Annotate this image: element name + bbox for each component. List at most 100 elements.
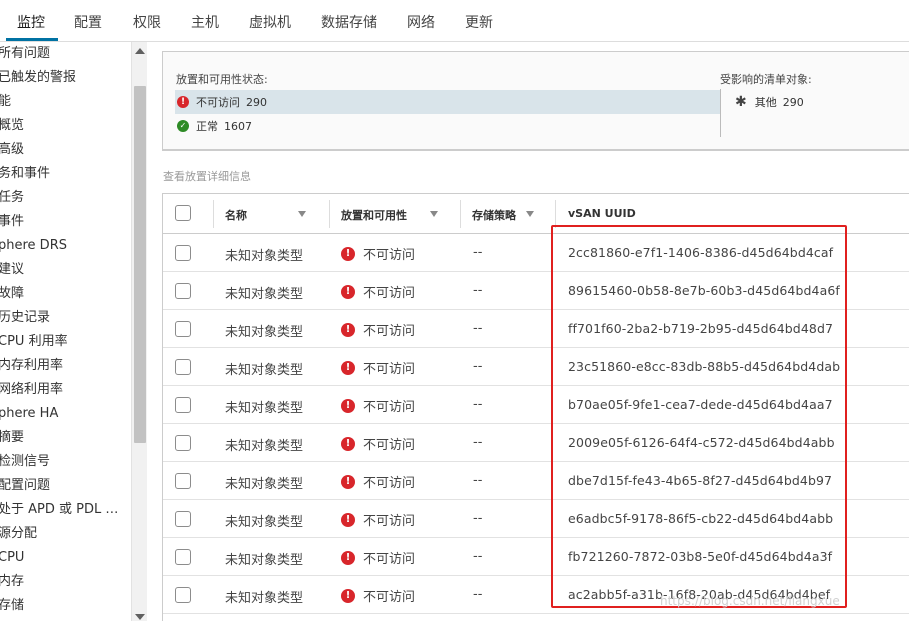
tree-item-tasks-events[interactable]: 务和事件 — [0, 164, 131, 184]
tab-hosts[interactable]: 主机 — [191, 12, 219, 32]
tree-item-network-utilization[interactable]: 网络利用率 — [0, 380, 131, 400]
scroll-up-arrow-icon[interactable] — [135, 48, 145, 54]
tree-item-vsphere-drs[interactable]: phere DRS — [0, 236, 131, 256]
active-tab-indicator — [6, 38, 58, 41]
header-name[interactable]: 名称 — [225, 207, 247, 223]
placement-status-panel: 放置和可用性状态: ! 不可访问 290 ✓ 正常 1607 受影响的清单对象:… — [162, 51, 909, 151]
tree-item-storage[interactable]: 存储 — [0, 596, 131, 616]
cell-uuid: ff701f60-2ba2-b719-2b95-d45d64bd48d7 — [568, 321, 834, 336]
table-row[interactable]: 未知对象类型 ! 不可访问 -- e6adbc5f-9178-86f5-cb22-… — [163, 500, 909, 538]
tree-item-tasks[interactable]: 任务 — [0, 188, 131, 208]
left-tree-scrollbar[interactable] — [131, 42, 147, 621]
tree-item-config-issues[interactable]: 配置问题 — [0, 476, 131, 496]
table-row[interactable]: 未知对象类型 ! 不可访问 -- 23c51860-e8cc-83db-88b5-… — [163, 348, 909, 386]
cell-status: ! 不可访问 — [341, 434, 415, 453]
affected-row-other[interactable]: ✱ 其他 290 — [735, 94, 804, 110]
filter-icon[interactable] — [526, 211, 534, 217]
table-row[interactable]: 未知对象类型 ! 不可访问 -- 2cc81860-e7f1-1406-8386-… — [163, 234, 909, 272]
row-checkbox[interactable] — [175, 549, 191, 565]
tree-item-all-issues[interactable]: 所有问题 — [0, 44, 131, 64]
cell-status: ! 不可访问 — [341, 244, 415, 263]
row-checkbox[interactable] — [175, 587, 191, 603]
tab-configure[interactable]: 配置 — [74, 12, 102, 32]
tab-permissions[interactable]: 权限 — [133, 12, 161, 32]
scroll-thumb[interactable] — [134, 86, 146, 443]
tree-item-advanced[interactable]: 高级 — [0, 140, 131, 160]
tree-item-summary[interactable]: 摘要 — [0, 428, 131, 448]
row-checkbox[interactable] — [175, 397, 191, 413]
error-icon: ! — [341, 322, 355, 337]
tree-item-recommendations[interactable]: 建议 — [0, 260, 131, 280]
select-all-checkbox[interactable] — [175, 205, 191, 221]
status-heading: 放置和可用性状态: — [176, 73, 268, 86]
tree-item-overview[interactable]: 概览 — [0, 116, 131, 136]
error-icon: ! — [177, 96, 189, 108]
header-vsan-uuid[interactable]: vSAN UUID — [568, 207, 636, 220]
row-checkbox[interactable] — [175, 435, 191, 451]
tree-item-cpu-utilization[interactable]: CPU 利用率 — [0, 332, 131, 352]
table-row[interactable]: 未知对象类型 ! 不可访问 -- dbe7d15f-fe43-4b65-8f27-… — [163, 462, 909, 500]
tab-networks[interactable]: 网络 — [407, 12, 435, 32]
cell-uuid: 89615460-0b58-8e7b-60b3-d45d64bd4a6f — [568, 283, 840, 298]
cell-status: ! 不可访问 — [341, 320, 415, 339]
tree-item-events[interactable]: 事件 — [0, 212, 131, 232]
filter-icon[interactable] — [298, 211, 306, 217]
view-placement-details-link[interactable]: 查看放置详细信息 — [163, 168, 251, 184]
tree-item-history[interactable]: 历史记录 — [0, 308, 131, 328]
table-row[interactable]: 未知对象类型 ! 不可访问 -- fb721260-7872-03b8-5e0f-… — [163, 538, 909, 576]
cell-status: ! 不可访问 — [341, 282, 415, 301]
cell-name: 未知对象类型 — [225, 439, 304, 454]
status-text: 不可访问 — [363, 590, 416, 605]
cell-status: ! 不可访问 — [341, 586, 415, 605]
watermark: https://blog.csdn.net/liangxue — [660, 594, 840, 608]
row-checkbox[interactable] — [175, 511, 191, 527]
tree-item-resource-allocation[interactable]: 源分配 — [0, 524, 131, 544]
tree-item-heartbeat[interactable]: 检测信号 — [0, 452, 131, 472]
cell-uuid: 23c51860-e8cc-83db-88b5-d45d64bd4dab — [568, 359, 841, 374]
row-checkbox[interactable] — [175, 473, 191, 489]
cell-status: ! 不可访问 — [341, 358, 415, 377]
cell-name: 未知对象类型 — [225, 591, 304, 606]
objects-grid: 名称 放置和可用性 存储策略 vSAN UUID 未知对象类型 ! 不可访问 --… — [162, 193, 909, 621]
tree-item-memory[interactable]: 内存 — [0, 572, 131, 592]
table-row[interactable]: 未知对象类型 ! 不可访问 -- ff701f60-2ba2-b719-2b95-… — [163, 310, 909, 348]
tab-monitor[interactable]: 监控 — [17, 12, 45, 32]
table-row[interactable]: 未知对象类型 ! 不可访问 -- b70ae05f-9fe1-cea7-dede-… — [163, 386, 909, 424]
tab-vms[interactable]: 虚拟机 — [249, 12, 291, 32]
row-checkbox[interactable] — [175, 283, 191, 299]
tree-item-triggered-alarms[interactable]: 已触发的警报 — [0, 68, 131, 88]
row-checkbox[interactable] — [175, 245, 191, 261]
cell-name: 未知对象类型 — [225, 325, 304, 340]
tree-item-cpu[interactable]: CPU — [0, 548, 131, 568]
column-separator — [213, 200, 214, 228]
column-separator — [329, 200, 330, 228]
error-icon: ! — [341, 512, 355, 527]
row-checkbox[interactable] — [175, 359, 191, 375]
table-row[interactable]: 未知对象类型 ! 不可访问 -- 2009e05f-6126-64f4-c572-… — [163, 424, 909, 462]
tree-item-vsphere-ha[interactable]: phere HA — [0, 404, 131, 424]
scroll-down-arrow-icon[interactable] — [135, 614, 145, 620]
tree-item-faults[interactable]: 故障 — [0, 284, 131, 304]
status-row-inaccessible[interactable]: ! 不可访问 290 — [175, 90, 720, 114]
left-nav-tree: 所有问题 已触发的警报 能 概览 高级 务和事件 任务 事件 phere DRS… — [0, 42, 131, 621]
cell-policy: -- — [473, 511, 483, 526]
row-checkbox[interactable] — [175, 321, 191, 337]
cell-name: 未知对象类型 — [225, 515, 304, 530]
header-placement[interactable]: 放置和可用性 — [341, 207, 407, 223]
status-row-healthy[interactable]: ✓ 正常 1607 — [175, 114, 720, 138]
check-icon: ✓ — [177, 120, 189, 132]
tab-updates[interactable]: 更新 — [465, 12, 493, 32]
tree-item-memory-utilization[interactable]: 内存利用率 — [0, 356, 131, 376]
filter-icon[interactable] — [430, 211, 438, 217]
cell-name: 未知对象类型 — [225, 477, 304, 492]
header-storage-policy[interactable]: 存储策略 — [472, 207, 516, 223]
cell-name: 未知对象类型 — [225, 401, 304, 416]
tree-item-apd-pdl[interactable]: 处于 APD 或 PDL 状… — [0, 500, 131, 520]
status-text: 不可访问 — [363, 248, 416, 263]
tab-datastores[interactable]: 数据存储 — [321, 12, 377, 32]
status-text: 不可访问 — [363, 324, 416, 339]
table-row[interactable]: 未知对象类型 ! 不可访问 -- 89615460-0b58-8e7b-60b3-… — [163, 272, 909, 310]
tree-item-performance[interactable]: 能 — [0, 92, 131, 112]
cell-status: ! 不可访问 — [341, 548, 415, 567]
status-count: 1607 — [224, 119, 252, 133]
